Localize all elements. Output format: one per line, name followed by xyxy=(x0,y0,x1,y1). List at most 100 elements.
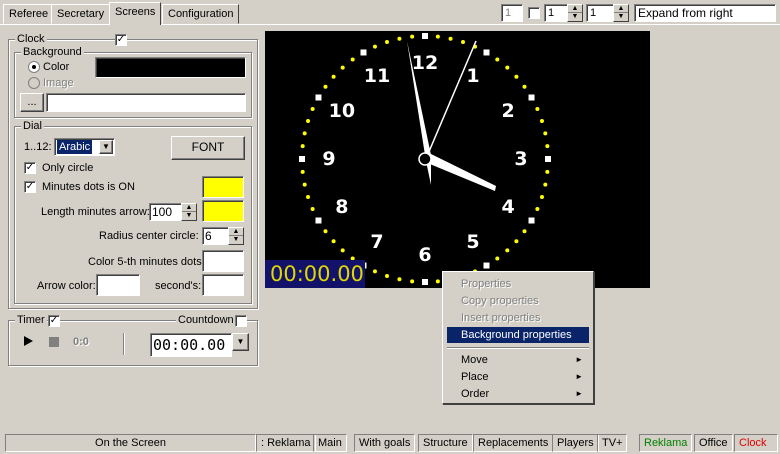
tab-referee[interactable]: Referee xyxy=(3,4,55,24)
minute-dot xyxy=(410,279,415,284)
minute-dot xyxy=(331,74,336,79)
submenu-arrow-icon: ► xyxy=(575,389,583,398)
minute-dot xyxy=(323,84,328,89)
radius-center-label: Radius center circle: xyxy=(99,230,199,242)
length-arrow-color-swatch[interactable] xyxy=(202,200,244,222)
toolbar-spin-2[interactable]: ▲ ▼ xyxy=(567,4,583,22)
status-tab-tv[interactable]: TV+ xyxy=(597,434,628,452)
color-5th-dots-swatch[interactable] xyxy=(202,250,244,272)
toolbar-spin-3[interactable]: ▲ ▼ xyxy=(613,4,629,22)
seconds-color-label: second's: xyxy=(155,280,202,292)
status-caption: On the Screen xyxy=(5,434,256,452)
hour-mark xyxy=(483,49,490,56)
expand-mode-input[interactable]: Expand from right xyxy=(634,4,776,22)
menu-item-move-label: Move xyxy=(461,354,488,366)
clock-preview[interactable]: 12 1 2 3 4 5 6 7 8 9 10 11 00:00.00 xyxy=(265,31,650,288)
menu-item-place-label: Place xyxy=(461,371,489,383)
color-radio-label: Color xyxy=(43,61,70,73)
background-color-swatch[interactable] xyxy=(95,57,246,78)
image-radio-label: Image xyxy=(43,77,74,89)
status-tab-reklama-2[interactable]: Reklama xyxy=(639,434,693,452)
minute-dot xyxy=(397,36,402,41)
stop-icon[interactable] xyxy=(49,337,59,347)
toolbar-checkbox[interactable] xyxy=(528,7,540,19)
menu-item-properties[interactable]: Properties xyxy=(447,276,589,292)
timer-legend: Timer xyxy=(15,314,47,326)
menu-separator xyxy=(447,347,589,349)
dial-legend: Dial xyxy=(21,120,44,132)
length-minutes-label: Length minutes arrow: xyxy=(41,206,150,218)
browse-image-button[interactable]: ... xyxy=(20,93,44,112)
submenu-arrow-icon: ► xyxy=(575,372,583,381)
clock-enabled-checkbox[interactable]: ✓ xyxy=(115,34,127,46)
context-menu: Properties Copy properties Insert proper… xyxy=(442,271,594,404)
minute-dot xyxy=(505,248,510,253)
length-minutes-input[interactable]: 100 xyxy=(149,203,182,221)
hour-mark xyxy=(315,94,322,101)
arrow-color-swatch[interactable] xyxy=(96,274,140,296)
minute-dot xyxy=(340,65,345,70)
status-tab-with-goals[interactable]: With goals xyxy=(354,434,416,452)
countdown-checkbox[interactable] xyxy=(235,315,247,327)
seconds-color-swatch[interactable] xyxy=(202,274,244,296)
toolbar-field-1[interactable]: 1 xyxy=(501,4,523,22)
radius-center-spin[interactable]: ▲ ▼ xyxy=(228,227,244,245)
minutes-dots-color-swatch[interactable] xyxy=(202,176,244,198)
menu-item-order[interactable]: Order ► xyxy=(447,386,589,402)
tab-configuration[interactable]: Configuration xyxy=(162,4,240,24)
hour-mark xyxy=(483,262,490,269)
numerals-select[interactable]: Arabic ▼ xyxy=(54,138,115,156)
status-tab-structure[interactable]: Structure xyxy=(418,434,473,452)
minute-dot xyxy=(372,44,377,49)
toolbar-field-2[interactable]: 1 xyxy=(544,4,568,22)
minute-dot xyxy=(535,106,540,111)
timer-enabled-checkbox[interactable]: ✓ xyxy=(48,315,60,327)
arrow-color-label: Arrow color: xyxy=(37,280,96,292)
image-radio[interactable] xyxy=(28,77,40,89)
only-circle-checkbox[interactable]: ✓ xyxy=(24,162,36,174)
timer-dropdown-icon[interactable]: ▼ xyxy=(232,333,249,351)
status-tab-office[interactable]: Office xyxy=(694,434,733,452)
hour-number: 11 xyxy=(364,65,390,87)
minute-dot xyxy=(545,169,550,174)
status-tab-replacements[interactable]: Replacements xyxy=(473,434,554,452)
menu-item-copy-properties[interactable]: Copy properties xyxy=(447,293,589,309)
minute-dot xyxy=(448,36,453,41)
minute-dot xyxy=(543,182,548,187)
chevron-down-icon[interactable]: ▼ xyxy=(99,140,113,154)
minute-dot xyxy=(302,182,307,187)
hour-mark xyxy=(528,217,535,224)
menu-item-insert-properties[interactable]: Insert properties xyxy=(447,310,589,326)
minutes-dots-checkbox[interactable]: ✓ xyxy=(24,181,36,193)
minute-dot xyxy=(435,34,440,39)
radius-center-input[interactable]: 6 xyxy=(202,227,229,245)
minute-dot xyxy=(340,248,345,253)
status-tab-players[interactable]: Players xyxy=(552,434,599,452)
hour-number: 7 xyxy=(370,231,383,253)
toolbar-field-3[interactable]: 1 xyxy=(586,4,614,22)
color-radio[interactable] xyxy=(28,61,40,73)
menu-item-background-properties[interactable]: Background properties xyxy=(447,327,589,343)
play-icon[interactable] xyxy=(24,336,33,346)
hour-mark xyxy=(545,156,551,162)
timer-value-input[interactable]: 00:00.00 xyxy=(150,333,232,357)
status-tab-main[interactable]: Main xyxy=(313,434,347,452)
status-tab-clock[interactable]: Clock xyxy=(734,434,778,452)
hour-number: 6 xyxy=(418,244,431,266)
center-circle xyxy=(418,152,432,166)
menu-item-move[interactable]: Move ► xyxy=(447,352,589,368)
minute-dot xyxy=(522,229,527,234)
minute-dot xyxy=(310,207,315,212)
image-path-input[interactable] xyxy=(46,93,246,112)
font-button[interactable]: FONT xyxy=(171,136,245,160)
hour-mark xyxy=(422,279,428,285)
minute-dot xyxy=(384,273,389,278)
tab-secretary[interactable]: Secretary xyxy=(51,4,111,24)
menu-item-place[interactable]: Place ► xyxy=(447,369,589,385)
numerals-selected: Arabic xyxy=(57,140,93,154)
status-tab-reklama-1[interactable]: : Reklama xyxy=(256,434,316,452)
timer-divider xyxy=(123,333,125,355)
tab-screens[interactable]: Screens xyxy=(109,2,162,25)
minute-dot xyxy=(514,74,519,79)
length-minutes-spin[interactable]: ▲ ▼ xyxy=(181,203,197,221)
